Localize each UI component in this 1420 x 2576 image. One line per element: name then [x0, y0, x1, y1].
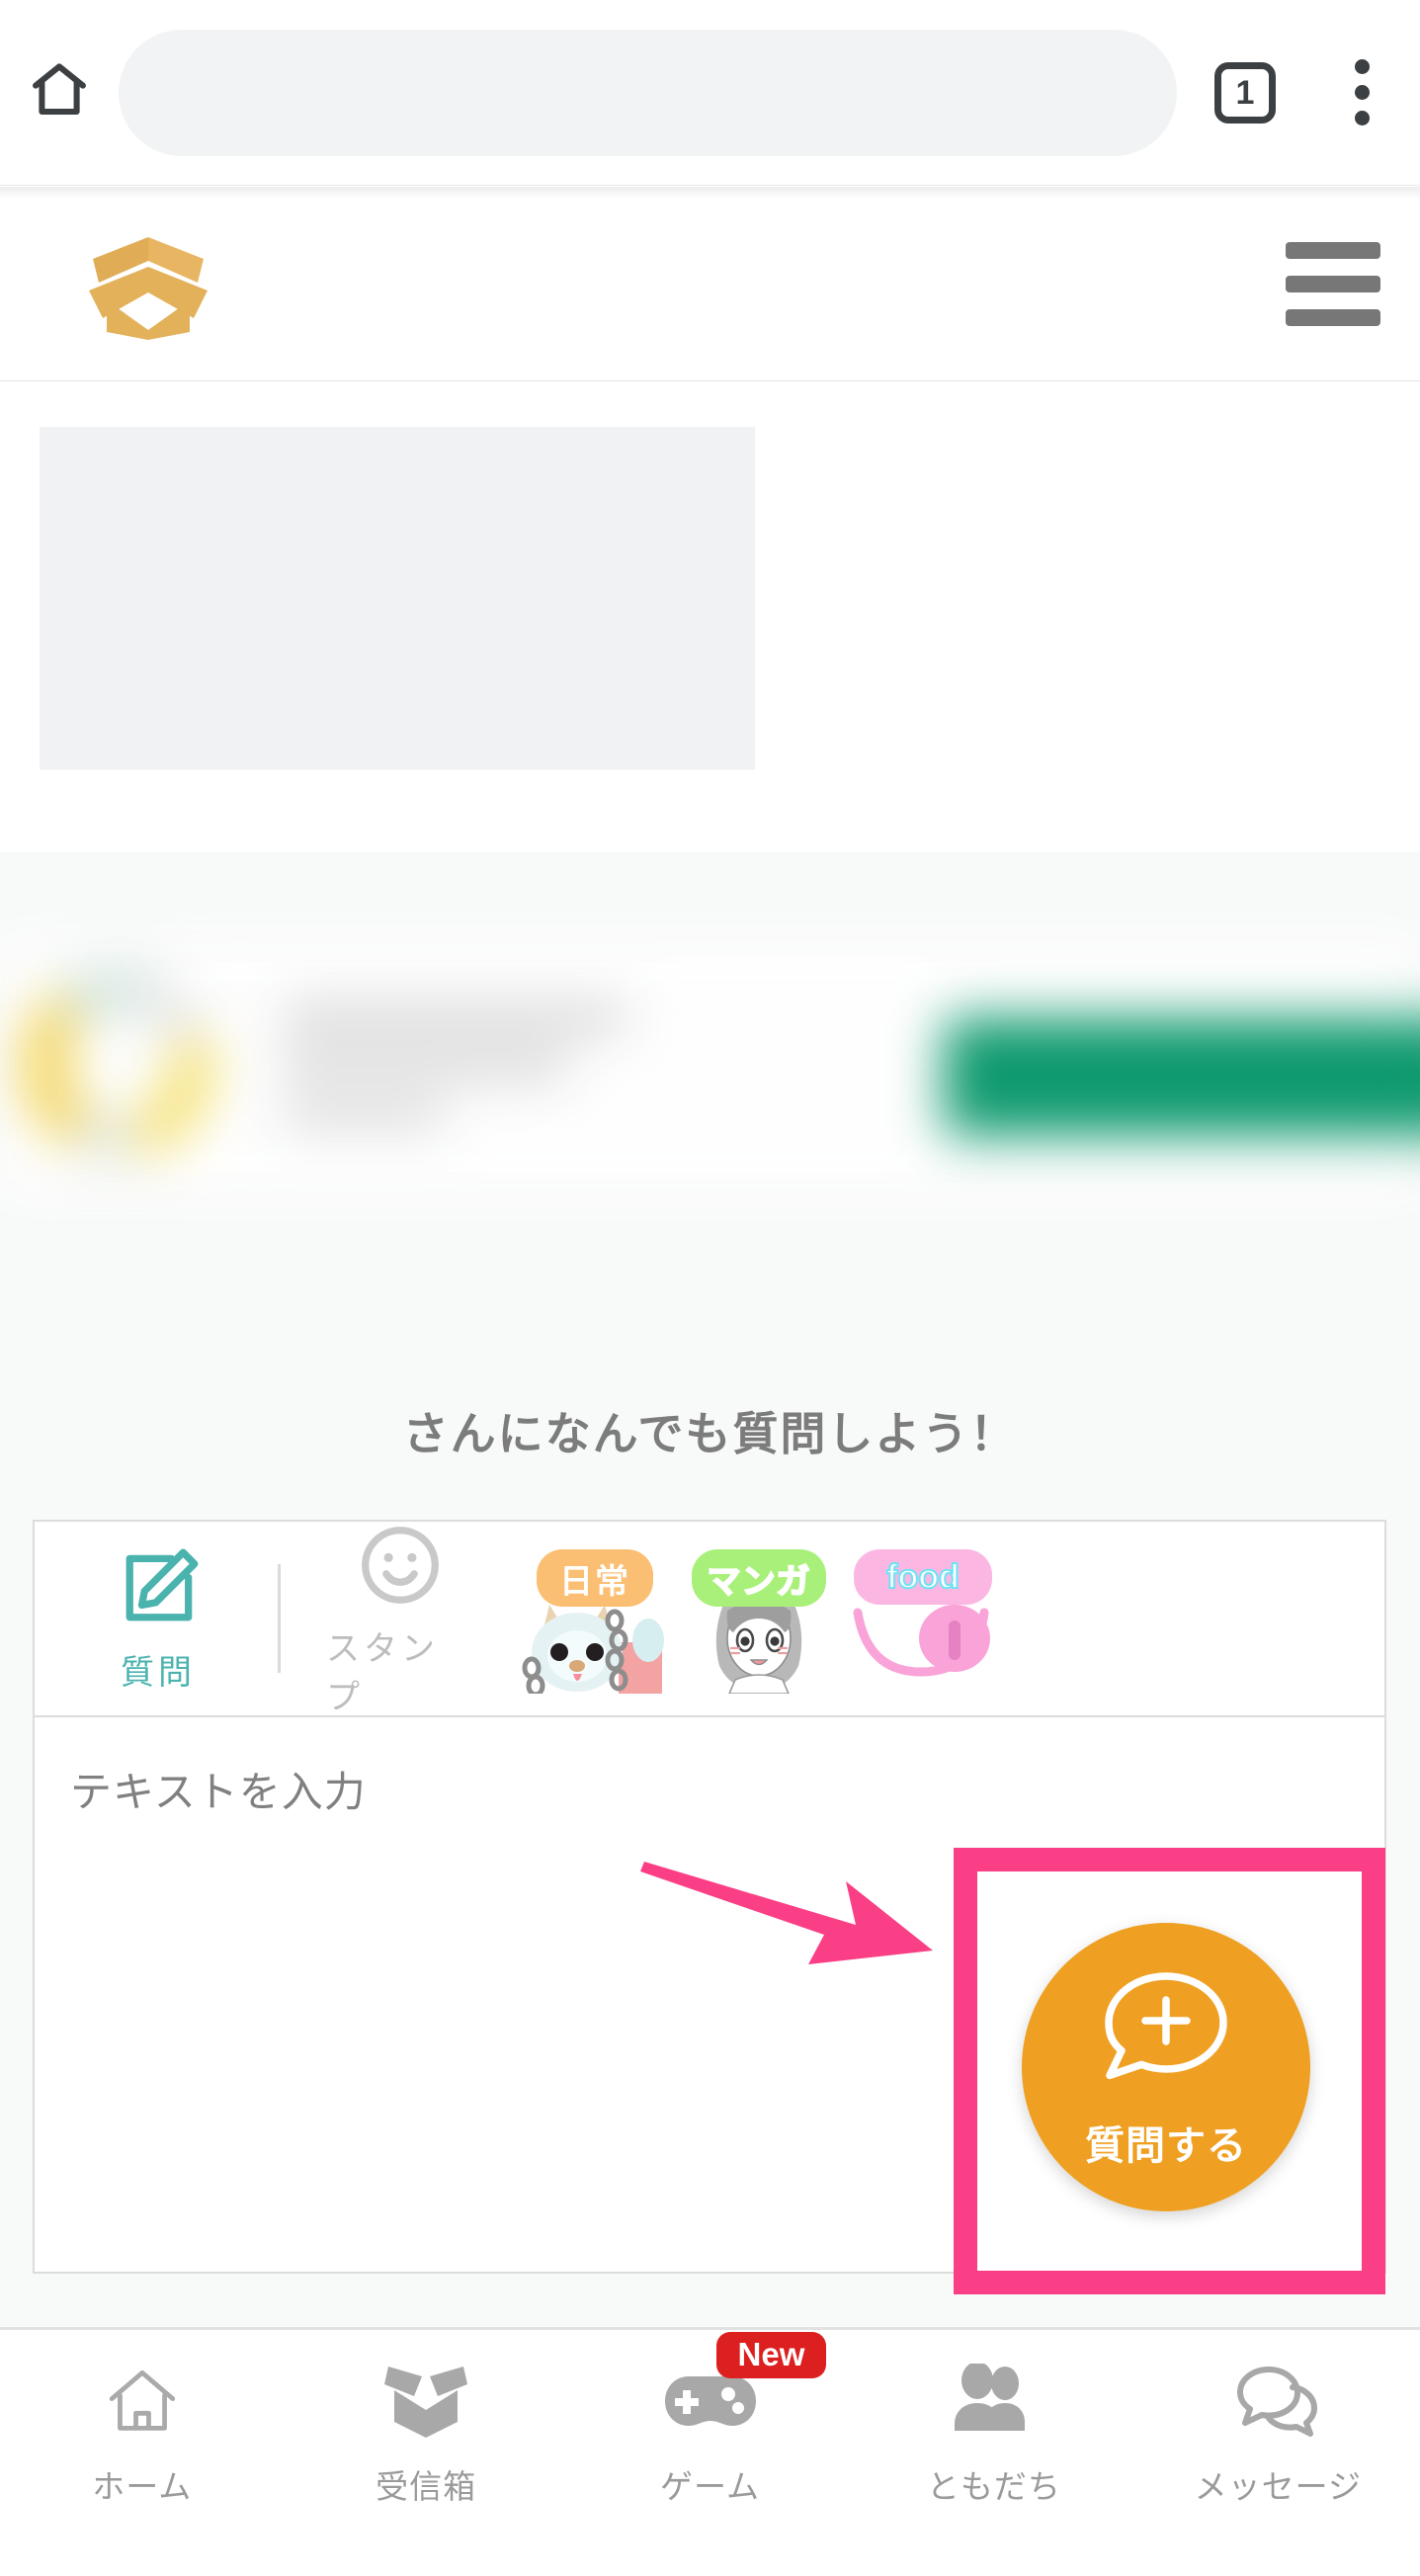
question-text-input[interactable]: テキストを入力 [35, 1717, 1384, 1819]
tab-question[interactable]: 質問 [84, 1543, 232, 1694]
site-logo[interactable] [49, 219, 277, 348]
nav-label-home: ホーム [92, 2468, 193, 2505]
browser-home-button[interactable] [0, 57, 119, 127]
menu-dot [1354, 85, 1370, 100]
nav-label-messages: メッセージ [1194, 2468, 1362, 2505]
smiley-face-icon [355, 1520, 446, 1616]
promo-banner[interactable] [0, 944, 1420, 1191]
bottom-navigation: ホーム 受信箱 New ゲーム ともだち メッセージ [0, 2327, 1420, 2576]
page-root: 1 さんになんでも質問しよう！ 質問 スタンプ 日常 マンガ food テキスト… [0, 0, 1420, 2576]
sticker-caption: food [854, 1549, 992, 1605]
hamburger-menu-icon[interactable] [1272, 241, 1380, 326]
nav-item-game[interactable]: New ゲーム [568, 2332, 852, 2508]
nav-label-inbox: 受信箱 [376, 2468, 477, 2505]
hamburger-line [1286, 275, 1380, 292]
sticker-category-nichijo[interactable]: 日常 [520, 1543, 670, 1694]
tab-stamp-label: スタンプ [326, 1629, 439, 1716]
tab-count: 1 [1214, 61, 1276, 124]
tab-question-label: 質問 [121, 1654, 196, 1692]
new-badge: New [715, 2332, 827, 2378]
annotation-arrow [640, 1848, 966, 2006]
nav-item-friends[interactable]: ともだち [852, 2356, 1135, 2508]
tab-switcher-button[interactable]: 1 [1187, 61, 1303, 124]
menu-dot [1354, 59, 1370, 74]
sticker-category-food[interactable]: food [848, 1543, 998, 1694]
nav-item-home[interactable]: ホーム [0, 2356, 284, 2508]
people-icon [948, 2356, 1041, 2447]
page-title: さんになんでも質問しよう！ [402, 1408, 1018, 1459]
overflow-menu-icon[interactable] [1303, 59, 1420, 125]
promo-cta-button[interactable] [944, 1018, 1420, 1136]
nav-label-game: ゲーム [660, 2468, 761, 2505]
tab-divider [278, 1564, 281, 1673]
sticker-category-manga[interactable]: マンガ [684, 1543, 834, 1694]
profile-avatar [22, 967, 214, 1160]
browser-toolbar: 1 [0, 0, 1420, 186]
ad-placeholder [40, 427, 755, 770]
open-box-logo [49, 223, 247, 345]
ask-question-button[interactable]: 質問する [1022, 1923, 1310, 2211]
home-icon [27, 57, 92, 127]
url-input[interactable] [119, 29, 1177, 156]
nav-item-messages[interactable]: メッセージ [1136, 2356, 1420, 2508]
nav-item-inbox[interactable]: 受信箱 [284, 2356, 567, 2508]
sticker-caption: 日常 [537, 1549, 653, 1607]
open-box-icon [380, 2356, 471, 2447]
compose-tab-bar: 質問 スタンプ 日常 マンガ food [35, 1522, 1384, 1717]
sticker-category-strip: 日常 マンガ food [520, 1543, 998, 1694]
ask-question-label: 質問する [1085, 2123, 1247, 2168]
house-icon [100, 2356, 185, 2447]
speech-bubble-plus-icon [1092, 1964, 1240, 2110]
hamburger-line [1286, 241, 1380, 259]
promo-text-line [282, 1001, 627, 1035]
nav-label-friends: ともだち [926, 2468, 1061, 2505]
site-header [0, 187, 1420, 381]
hamburger-line [1286, 308, 1380, 326]
chat-bubbles-icon [1231, 2356, 1324, 2447]
promo-text-line [282, 1102, 445, 1129]
sticker-caption: マンガ [692, 1549, 826, 1607]
compose-pencil-icon [113, 1543, 204, 1639]
sticker-food-smile [848, 1591, 998, 1690]
menu-dot [1354, 111, 1370, 125]
promo-text-line [282, 1050, 568, 1082]
tab-stamp[interactable]: スタンプ [326, 1520, 474, 1718]
